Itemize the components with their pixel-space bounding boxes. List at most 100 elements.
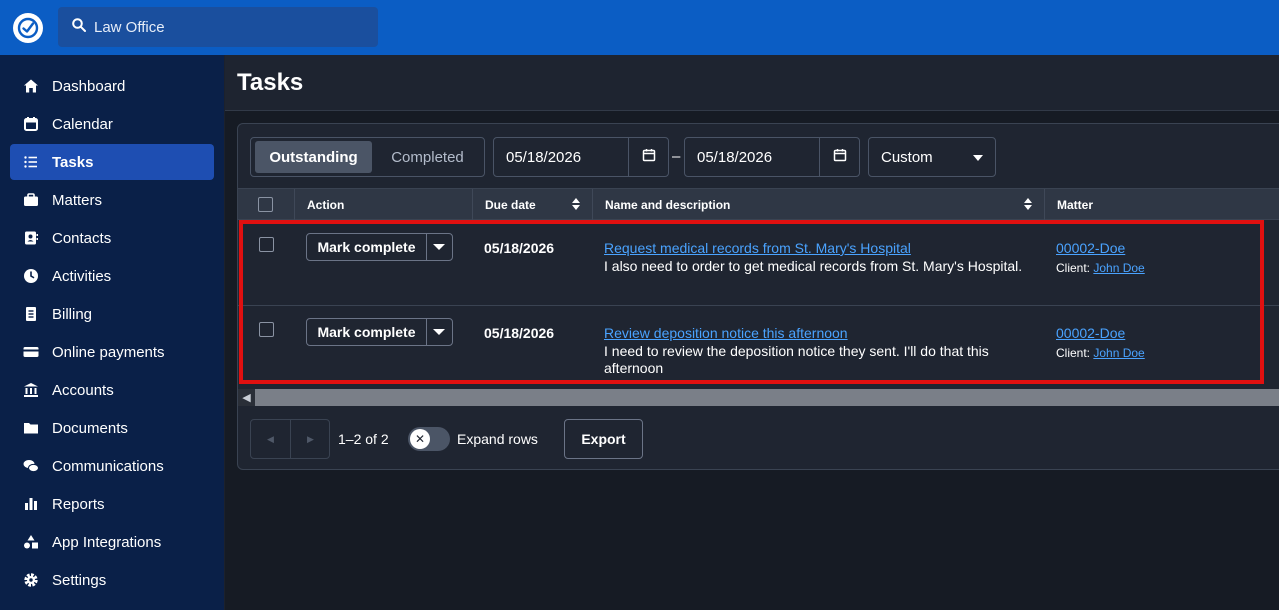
receipt-icon — [22, 305, 40, 323]
calendar-icon — [22, 115, 40, 133]
mark-complete-split-button: Mark complete — [306, 318, 453, 346]
home-icon — [22, 77, 40, 95]
tasks-card: Outstanding Completed 05/18/2026 – 05/18… — [237, 123, 1279, 470]
sidebar-item-tasks[interactable]: Tasks — [10, 144, 214, 180]
client-link[interactable]: John Doe — [1093, 261, 1144, 275]
calendar-picker-button[interactable] — [819, 138, 859, 176]
calendar-icon — [833, 148, 847, 167]
task-description: I also need to order to get medical reco… — [604, 258, 1023, 274]
sidebar-item-documents[interactable]: Documents — [10, 410, 214, 446]
sidebar-item-contacts[interactable]: Contacts — [10, 220, 214, 256]
date-from-field[interactable]: 05/18/2026 — [493, 137, 669, 177]
client-label: Client: — [1056, 346, 1091, 360]
sidebar-item-accounts[interactable]: Accounts — [10, 372, 214, 408]
client-link[interactable]: John Doe — [1093, 346, 1144, 360]
sidebar-item-label: Matters — [52, 191, 103, 209]
search-value: Law Office — [94, 18, 165, 36]
sidebar-item-label: Activities — [52, 267, 112, 285]
select-all-checkbox[interactable] — [258, 197, 273, 212]
search-icon — [72, 17, 86, 37]
date-range-select[interactable]: Custom — [868, 137, 996, 177]
page-header: Tasks — [225, 55, 1279, 111]
check-circle-icon[interactable] — [13, 13, 43, 43]
bank-icon — [22, 381, 40, 399]
date-to-value: 05/18/2026 — [697, 149, 773, 166]
next-page-button[interactable]: ▶ — [291, 420, 330, 458]
task-description: I need to review the deposition notice t… — [604, 343, 989, 376]
column-header-action: Action — [295, 189, 473, 220]
sidebar-item-online-payments[interactable]: Online payments — [10, 334, 214, 370]
sidebar: Dashboard Calendar Tasks Matters Contact… — [0, 55, 224, 610]
chevron-right-icon: ▶ — [307, 433, 314, 444]
table-header: Action Due date Name and description Mat… — [238, 188, 1279, 220]
credit-card-icon — [22, 343, 40, 361]
main-content: Tasks Outstanding Completed 05/18/2026 –… — [225, 55, 1279, 610]
clock-icon — [22, 267, 40, 285]
sidebar-item-label: Calendar — [52, 115, 113, 133]
tab-completed[interactable]: Completed — [374, 141, 481, 173]
column-header-matter: Matter — [1057, 197, 1094, 212]
sort-icon — [572, 198, 580, 210]
client-line: Client: John Doe — [1056, 261, 1145, 275]
client-label: Client: — [1056, 261, 1091, 275]
client-line: Client: John Doe — [1056, 346, 1145, 360]
chevron-down-icon — [973, 155, 983, 161]
shapes-icon — [22, 533, 40, 551]
due-date: 05/18/2026 — [484, 240, 555, 256]
row-checkbox[interactable] — [259, 322, 274, 337]
sidebar-item-settings[interactable]: Settings — [10, 562, 214, 598]
chevron-left-icon: ◀ — [267, 433, 274, 444]
top-bar: Law Office — [0, 0, 1279, 55]
scroll-left-icon[interactable]: ◀ — [238, 389, 255, 406]
sidebar-item-label: Accounts — [52, 381, 114, 399]
list-icon — [22, 153, 40, 171]
sort-icon — [1024, 198, 1032, 210]
column-header-name[interactable]: Name and description — [593, 189, 1045, 220]
expand-rows-label: Expand rows — [457, 431, 538, 447]
search-input[interactable]: Law Office — [58, 7, 378, 47]
column-header-label: Due date — [485, 197, 536, 212]
sidebar-item-matters[interactable]: Matters — [10, 182, 214, 218]
page-title: Tasks — [237, 69, 304, 96]
sidebar-item-label: Online payments — [52, 343, 165, 361]
date-to-field[interactable]: 05/18/2026 — [684, 137, 860, 177]
table-row: Mark complete 05/18/2026 Request medical… — [238, 221, 1279, 306]
sidebar-item-app-integrations[interactable]: App Integrations — [10, 524, 214, 560]
sidebar-item-label: Billing — [52, 305, 93, 323]
matter-link[interactable]: 00002-Doe — [1056, 240, 1125, 256]
sidebar-item-label: Documents — [52, 419, 128, 437]
close-icon: ✕ — [410, 429, 430, 449]
export-button[interactable]: Export — [564, 419, 643, 459]
sidebar-item-calendar[interactable]: Calendar — [10, 106, 214, 142]
horizontal-scrollbar[interactable]: ◀ — [238, 389, 1279, 406]
bar-chart-icon — [22, 495, 40, 513]
matter-link[interactable]: 00002-Doe — [1056, 325, 1125, 341]
task-name-link[interactable]: Review deposition notice this afternoon — [604, 325, 848, 341]
sidebar-item-label: Tasks — [52, 153, 94, 171]
chevron-down-icon[interactable] — [433, 329, 445, 335]
chevron-down-icon[interactable] — [433, 244, 445, 250]
column-header-due-date[interactable]: Due date — [473, 189, 593, 220]
sidebar-item-dashboard[interactable]: Dashboard — [10, 68, 214, 104]
date-from-value: 05/18/2026 — [506, 149, 582, 166]
sidebar-item-communications[interactable]: Communications — [10, 448, 214, 484]
mark-complete-button[interactable]: Mark complete — [307, 234, 427, 260]
sidebar-item-reports[interactable]: Reports — [10, 486, 214, 522]
status-toggle: Outstanding Completed — [250, 137, 485, 177]
due-date: 05/18/2026 — [484, 325, 555, 341]
expand-rows-toggle[interactable]: ✕ — [408, 427, 450, 451]
briefcase-icon — [22, 191, 40, 209]
task-name-link[interactable]: Request medical records from St. Mary's … — [604, 240, 911, 256]
tab-outstanding[interactable]: Outstanding — [255, 141, 372, 173]
date-separator: – — [672, 148, 681, 165]
sidebar-item-activities[interactable]: Activities — [10, 258, 214, 294]
sidebar-item-billing[interactable]: Billing — [10, 296, 214, 332]
calendar-picker-button[interactable] — [628, 138, 668, 176]
select-all-cell — [238, 189, 295, 220]
previous-page-button[interactable]: ◀ — [251, 420, 290, 458]
mark-complete-button[interactable]: Mark complete — [307, 319, 427, 345]
sidebar-item-label: Communications — [52, 457, 164, 475]
row-checkbox[interactable] — [259, 237, 274, 252]
sidebar-item-label: Dashboard — [52, 77, 126, 95]
pagination: ◀ ▶ — [250, 419, 330, 459]
